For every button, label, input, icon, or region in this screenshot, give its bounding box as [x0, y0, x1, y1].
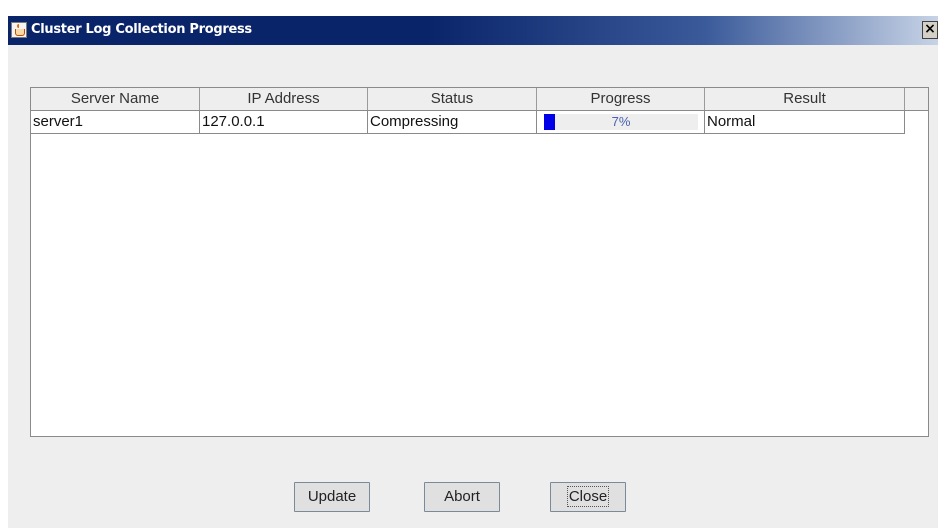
progress-bar: 7% — [544, 114, 698, 130]
cell-server-name: server1 — [31, 111, 200, 133]
cell-progress: 7% — [537, 111, 705, 133]
server-table: Server Name IP Address Status Progress R… — [30, 87, 929, 437]
cell-result: Normal — [707, 113, 756, 130]
column-header-result[interactable]: Result — [705, 88, 905, 110]
table-header: Server Name IP Address Status Progress R… — [31, 88, 928, 111]
java-cup-icon — [11, 22, 27, 38]
cell-status: Compressing — [368, 111, 537, 133]
column-header-server-name[interactable]: Server Name — [31, 88, 200, 110]
column-header-status[interactable]: Status — [368, 88, 537, 110]
title-bar[interactable]: Cluster Log Collection Progress × — [8, 16, 938, 45]
window-close-icon[interactable]: × — [922, 21, 938, 39]
cell-ip-address: 127.0.0.1 — [200, 111, 368, 133]
close-button-label: Close — [566, 486, 610, 507]
column-header-progress[interactable]: Progress — [537, 88, 705, 110]
progress-percent: 7% — [611, 114, 631, 129]
abort-button[interactable]: Abort — [424, 482, 500, 512]
log-collection-dialog: Cluster Log Collection Progress × Server… — [8, 16, 938, 528]
close-button[interactable]: Close — [550, 482, 626, 512]
window-title: Cluster Log Collection Progress — [31, 22, 252, 37]
update-button[interactable]: Update — [294, 482, 370, 512]
table-row[interactable]: server1 127.0.0.1 Compressing 7% Normal — [31, 111, 905, 134]
column-header-ip-address[interactable]: IP Address — [200, 88, 368, 110]
